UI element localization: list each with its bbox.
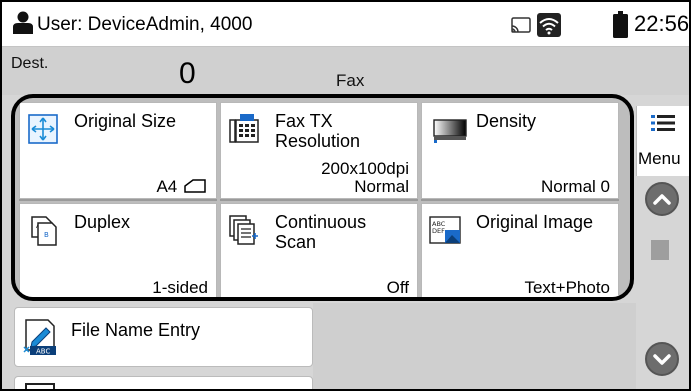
tile-title: Original Image (476, 212, 594, 232)
next-function-button[interactable] (14, 376, 313, 389)
menu-button[interactable]: Menu (636, 106, 689, 176)
file-name-entry-label: File Name Entry (71, 320, 201, 340)
tile-original-image[interactable]: ABC DEF Original Image Text+Photo (421, 203, 619, 297)
tile-original-size[interactable]: Original Size A4 (19, 102, 217, 199)
tile-value: Normal 0 (541, 177, 610, 196)
tile-value: A4 (156, 178, 206, 196)
menu-list-icon (651, 115, 675, 131)
tile-title: Duplex (74, 212, 131, 232)
status-bar: User: DeviceAdmin, 4000 22:56 (2, 2, 689, 47)
svg-text:B: B (44, 231, 49, 239)
scroll-thumb[interactable] (651, 240, 669, 260)
function-grid: Original Size A4 Fax TX Resolution 200x1… (11, 94, 634, 301)
svg-text:ABC: ABC (36, 348, 50, 356)
wifi-icon (537, 13, 561, 37)
chevron-up-icon (653, 194, 671, 205)
user-label[interactable]: User: DeviceAdmin, 4000 (37, 14, 252, 36)
tile-title: Fax TX Resolution (275, 111, 361, 151)
tile-continuous-scan[interactable]: Continuous Scan Off (220, 203, 418, 297)
tile-title: Original Size (74, 111, 177, 131)
clock: 22:56 (634, 11, 689, 36)
landscape-orientation-icon (184, 179, 206, 193)
tile-title: Density (476, 111, 537, 131)
tile-duplex[interactable]: A B Duplex 1-sided (19, 203, 217, 297)
menu-label: Menu (638, 149, 681, 168)
original-size-icon (28, 114, 58, 144)
dest-label: Dest. (11, 55, 49, 72)
tile-value: 200x100dpi Normal (321, 159, 409, 196)
density-icon (433, 119, 467, 143)
original-image-icon: ABC DEF (429, 216, 461, 244)
device-screen: User: DeviceAdmin, 4000 22:56 Dest. 0 Fa… (2, 2, 689, 389)
user-icon (13, 11, 33, 34)
tile-value: Off (386, 278, 409, 297)
tile-title: Continuous Scan (275, 212, 367, 252)
continuous-scan-icon (229, 215, 258, 245)
function-icon (25, 383, 55, 389)
tile-value: 1-sided (152, 278, 208, 297)
scroll-down-button[interactable] (645, 342, 679, 376)
svg-text:DEF: DEF (432, 227, 445, 235)
file-name-entry-icon: ABC (23, 319, 56, 356)
fax-resolution-icon (229, 114, 259, 143)
scroll-up-button[interactable] (645, 182, 679, 216)
battery-icon (613, 11, 628, 38)
dest-count: 0 (179, 57, 196, 90)
tile-density[interactable]: Density Normal 0 (421, 102, 619, 199)
empty-area (313, 303, 636, 389)
file-name-entry-button[interactable]: ABC File Name Entry (14, 307, 313, 367)
chevron-down-icon (653, 354, 671, 365)
destination-bar[interactable]: Dest. 0 Fax (2, 47, 689, 95)
duplex-icon: A B (31, 216, 57, 246)
tile-fax-tx-resolution[interactable]: Fax TX Resolution 200x100dpi Normal (220, 102, 418, 199)
tile-value: Text+Photo (524, 278, 610, 297)
mode-label: Fax (336, 71, 365, 90)
cast-icon (511, 17, 531, 33)
